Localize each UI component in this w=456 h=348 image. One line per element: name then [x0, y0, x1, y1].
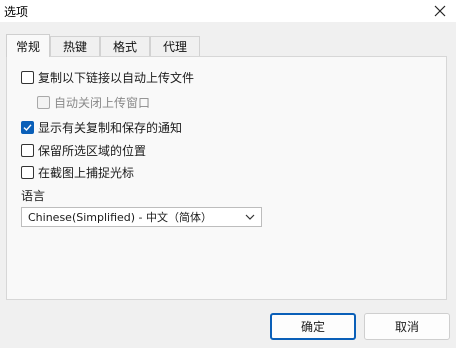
title-bar: 选项 [0, 0, 456, 22]
general-panel: 复制以下链接以自动上传文件 自动关闭上传窗口 显示有关复制和保存的通知 保留所选… [6, 56, 447, 300]
option-auto-upload[interactable]: 复制以下链接以自动上传文件 [21, 69, 194, 85]
checkbox-checked[interactable] [21, 120, 34, 134]
option-auto-close-upload-window[interactable]: 自动关闭上传窗口 [37, 94, 150, 110]
option-label: 保留所选区域的位置 [38, 143, 147, 158]
close-icon [434, 5, 446, 17]
tab-proxy[interactable]: 代理 [150, 36, 200, 56]
language-label: 语言 [21, 189, 46, 203]
option-label: 自动关闭上传窗口 [54, 95, 151, 110]
checkbox[interactable] [21, 165, 34, 179]
language-selected-value: Chinese(Simplified) - 中文（简体） [28, 211, 213, 224]
checkbox[interactable] [37, 95, 50, 109]
tab-label: 常规 [15, 39, 40, 54]
checkmark-icon [23, 123, 32, 131]
close-button[interactable] [430, 1, 450, 21]
window-title: 选项 [4, 5, 29, 19]
option-capture-cursor[interactable]: 在截图上捕捉光标 [21, 164, 134, 180]
option-keep-region-position[interactable]: 保留所选区域的位置 [21, 142, 146, 158]
option-label: 显示有关复制和保存的通知 [38, 120, 183, 135]
tab-hotkeys[interactable]: 热键 [50, 36, 100, 56]
cancel-button[interactable]: 取消 [364, 313, 450, 340]
tab-label: 热键 [62, 40, 87, 54]
checkbox[interactable] [21, 143, 34, 157]
tab-label: 代理 [162, 40, 187, 54]
chevron-down-icon [245, 214, 255, 220]
ok-button[interactable]: 确定 [270, 313, 356, 340]
option-label: 复制以下链接以自动上传文件 [38, 70, 195, 85]
tab-general[interactable]: 常规 [6, 34, 50, 57]
language-select[interactable]: Chinese(Simplified) - 中文（简体） [21, 207, 262, 227]
tab-label: 格式 [112, 40, 137, 54]
option-show-notifications[interactable]: 显示有关复制和保存的通知 [21, 119, 182, 135]
tab-format[interactable]: 格式 [100, 36, 150, 56]
cancel-button-label: 取消 [394, 320, 419, 334]
option-label: 在截图上捕捉光标 [38, 165, 135, 180]
checkbox[interactable] [21, 70, 34, 84]
ok-button-label: 确定 [300, 320, 325, 334]
